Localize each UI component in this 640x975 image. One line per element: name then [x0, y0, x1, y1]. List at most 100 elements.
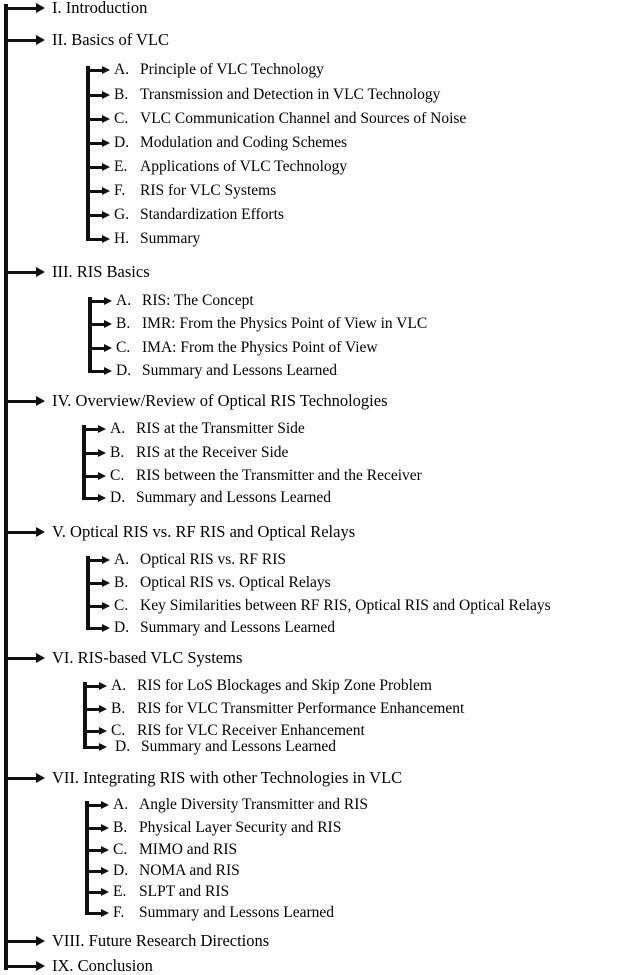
subsection-letter: C. [116, 339, 131, 356]
arrow-icon [101, 824, 109, 832]
arrow-icon [102, 579, 110, 587]
arrow-icon [98, 494, 106, 502]
subsection-row: B. RIS for VLC Transmitter Performance En… [111, 701, 464, 717]
arrow-icon [98, 425, 106, 433]
subbranch-connector [86, 627, 102, 630]
section-number: IX. [52, 956, 74, 975]
section-label: Optical RIS vs. RF RIS and Optical Relay… [70, 522, 356, 541]
subbranch-connector [82, 452, 98, 455]
subbranch-line [82, 425, 86, 500]
subbranch-connector [88, 347, 104, 350]
branch-connector [4, 7, 36, 10]
subsection-row: A. RIS at the Transmitter Side [110, 421, 305, 437]
arrow-icon [102, 556, 110, 564]
subbranch-line [86, 556, 90, 630]
subbranch-connector [86, 166, 102, 169]
subsection-row: B. Optical RIS vs. Optical Relays [114, 575, 331, 591]
arrow-icon [36, 773, 45, 783]
subbranch-connector [82, 428, 98, 431]
subsection-row: B. RIS at the Receiver Side [110, 445, 288, 461]
arrow-icon [101, 867, 109, 875]
section-row: VIII. Future Research Directions [52, 931, 269, 950]
trunk-line [4, 4, 8, 970]
subbranch-connector [88, 370, 104, 373]
subsection-row: H. Summary [114, 231, 200, 247]
subsection-letter: E. [114, 158, 128, 175]
arrow-icon [98, 472, 106, 480]
subsection-label: Summary and Lessons Learned [141, 738, 336, 755]
section-number: V. [52, 522, 66, 541]
arrow-icon [36, 267, 45, 277]
arrow-icon [104, 344, 112, 352]
subsection-letter: C. [110, 467, 125, 484]
subsection-row: C. IMA: From the Physics Point of View [116, 340, 378, 356]
subsection-row: B. IMR: From the Physics Point of View in… [116, 316, 427, 332]
subsection-label: Key Similarities between RF RIS, Optical… [140, 597, 551, 614]
subsection-letter: B. [111, 700, 126, 717]
subsection-letter: D. [116, 362, 132, 379]
subsection-label: IMR: From the Physics Point of View in V… [142, 315, 428, 332]
arrow-icon [101, 846, 109, 854]
subsection-letter: B. [110, 444, 125, 461]
arrow-icon [101, 801, 109, 809]
section-number: VIII. [52, 931, 85, 950]
arrow-icon [36, 961, 45, 971]
subsection-letter: B. [116, 315, 131, 332]
subsection-label: RIS for VLC Systems [140, 182, 277, 199]
section-number: VI. [52, 648, 74, 667]
subsection-label: Standardization Efforts [140, 206, 284, 223]
subsection-letter: E. [113, 883, 127, 900]
subbranch-connector [83, 685, 99, 688]
subsection-letter: B. [113, 819, 128, 836]
subsection-label: RIS between the Transmitter and the Rece… [136, 467, 422, 484]
subbranch-connector [86, 214, 102, 217]
subsection-letter: D. [110, 489, 126, 506]
branch-connector [4, 777, 36, 780]
subsection-row: E. SLPT and RIS [113, 884, 229, 900]
arrow-icon [99, 727, 107, 735]
section-row: I. Introduction [52, 0, 147, 17]
subsection-row: F. RIS for VLC Systems [114, 183, 276, 199]
branch-connector [4, 39, 36, 42]
subsection-label: Transmission and Detection in VLC Techno… [140, 86, 441, 103]
section-row: VI. RIS-based VLC Systems [52, 648, 242, 667]
subsection-row: A. RIS: The Concept [116, 293, 254, 309]
arrow-icon [102, 211, 110, 219]
arrow-icon [99, 682, 107, 690]
arrow-icon [104, 367, 112, 375]
section-label: Conclusion [77, 956, 153, 975]
arrow-icon [102, 139, 110, 147]
section-row: IX. Conclusion [52, 956, 153, 975]
subsection-label: RIS for VLC Transmitter Performance Enha… [137, 700, 465, 717]
subsection-label: Optical RIS vs. Optical Relays [140, 574, 331, 591]
subbranch-connector [86, 605, 102, 608]
subsection-row: B. Physical Layer Security and RIS [113, 820, 341, 836]
subbranch-connector [85, 912, 101, 915]
subbranch-connector [86, 69, 102, 72]
subsection-row: C. MIMO and RIS [113, 842, 237, 858]
section-row: II. Basics of VLC [52, 31, 169, 49]
section-row: III. RIS Basics [52, 262, 150, 281]
section-label: Introduction [65, 0, 148, 17]
arrow-icon [102, 624, 110, 632]
branch-connector [4, 965, 36, 968]
subsection-row: C. Key Similarities between RF RIS, Optic… [114, 598, 551, 614]
section-row: IV. Overview/Review of Optical RIS Techn… [52, 392, 388, 410]
subsection-label: Summary [140, 230, 201, 247]
arrow-icon [102, 187, 110, 195]
subsection-row: D. Modulation and Coding Schemes [114, 135, 347, 151]
subsection-label: IMA: From the Physics Point of View [142, 339, 378, 356]
arrow-icon [102, 235, 110, 243]
arrow-icon [102, 115, 110, 123]
branch-connector [4, 271, 36, 274]
arrow-icon [99, 705, 107, 713]
subsection-label: Principle of VLC Technology [140, 61, 324, 78]
subbranch-connector [83, 746, 99, 749]
section-row: VII. Integrating RIS with other Technolo… [52, 768, 402, 787]
section-label: RIS Basics [76, 262, 150, 281]
subsection-letter: G. [114, 206, 130, 223]
subsection-row: D. Summary and Lessons Learned [116, 363, 337, 379]
subbranch-connector [86, 238, 102, 241]
section-number: VII. [52, 768, 80, 787]
subsection-letter: A. [113, 796, 129, 813]
